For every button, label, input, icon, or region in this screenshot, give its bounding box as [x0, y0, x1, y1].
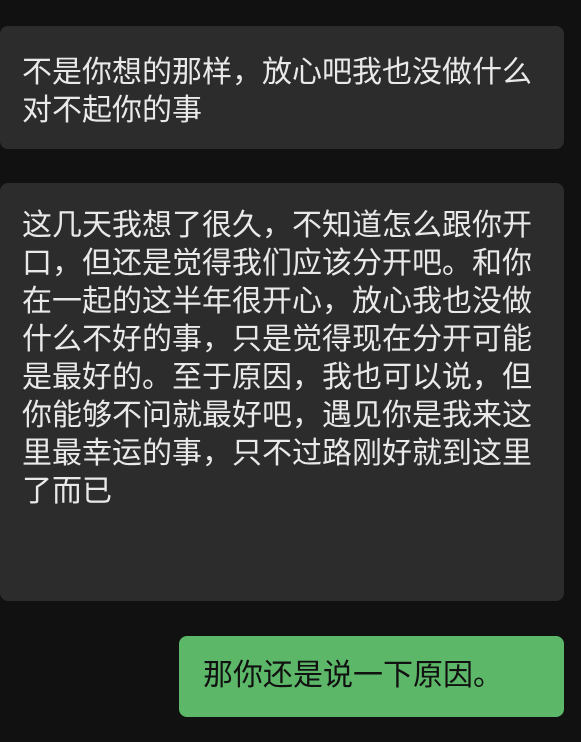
- outgoing-message-bubble[interactable]: 那你还是说一下原因。: [179, 636, 564, 717]
- incoming-message-bubble[interactable]: 不是你想的那样，放心吧我也没做什么对不起你的事: [0, 26, 564, 149]
- chat-message-list[interactable]: 不是你想的那样，放心吧我也没做什么对不起你的事 这几天我想了很久，不知道怎么跟你…: [0, 0, 581, 742]
- message-text: 那你还是说一下原因。: [203, 658, 503, 693]
- incoming-message-bubble[interactable]: 这几天我想了很久，不知道怎么跟你开口，但还是觉得我们应该分开吧。和你在一起的这半…: [0, 183, 564, 601]
- message-text: 这几天我想了很久，不知道怎么跟你开口，但还是觉得我们应该分开吧。和你在一起的这半…: [22, 208, 532, 509]
- message-text: 不是你想的那样，放心吧我也没做什么对不起你的事: [22, 55, 532, 128]
